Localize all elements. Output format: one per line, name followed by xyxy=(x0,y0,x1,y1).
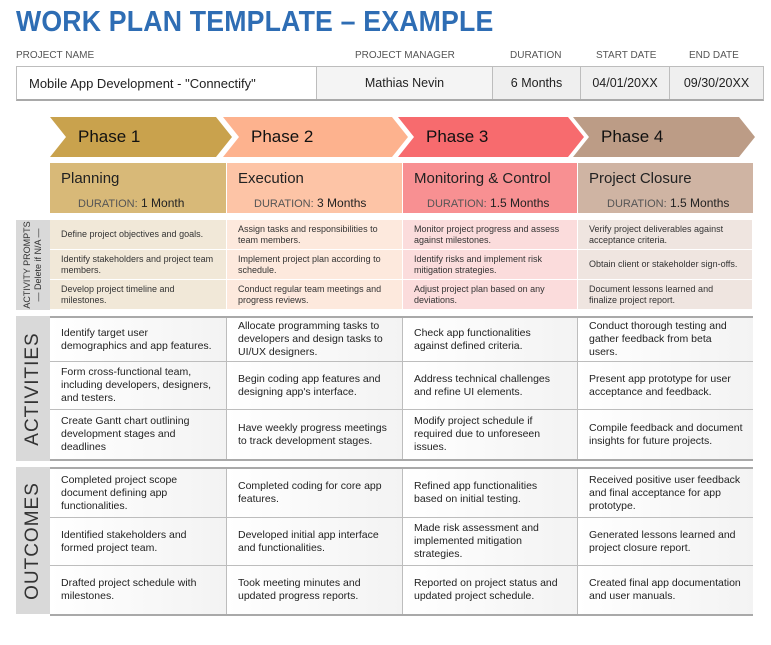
outcome-cell[interactable]: Reported on project status and updated p… xyxy=(403,566,578,614)
outcome-cell[interactable]: Refined app functionalities based on ini… xyxy=(403,469,578,518)
duration-label: DURATION: xyxy=(78,198,138,210)
activity-prompt-cell[interactable]: Document lessons learned and finalize pr… xyxy=(578,280,753,310)
end-date-field[interactable]: 09/30/20XX xyxy=(670,67,763,99)
activity-cell[interactable]: Address technical challenges and refine … xyxy=(403,362,578,410)
activity-prompt-cell[interactable]: Obtain client or stakeholder sign-offs. xyxy=(578,250,753,280)
activity-cell[interactable]: Create Gantt chart outlining development… xyxy=(50,410,227,459)
activities-title: ACTIVITIES xyxy=(22,331,43,446)
activity-cell[interactable]: Have weekly progress meetings to track d… xyxy=(227,410,403,459)
activity-cell[interactable]: Identify target user demographics and ap… xyxy=(50,318,227,362)
activity-prompt-cell[interactable]: Identify stakeholders and project team m… xyxy=(50,250,227,280)
project-info-row: Mobile App Development - "Connectify" Ma… xyxy=(16,66,764,101)
activity-cell[interactable]: Check app functionalities against define… xyxy=(403,318,578,362)
phase-4-box: Project Closure DURATION: 1.5 Months xyxy=(578,163,753,213)
phase-4-name: Project Closure xyxy=(589,170,692,187)
phase-4-duration-value: 1.5 Months xyxy=(670,196,730,210)
activity-cell[interactable]: Form cross-functional team, including de… xyxy=(50,362,227,410)
activities-grid: Identify target user demographics and ap… xyxy=(50,316,753,461)
phase-3-duration-value: 1.5 Months xyxy=(490,196,550,210)
phase-1-duration: DURATION: 1 Month xyxy=(78,196,184,210)
duration-label: DURATION: xyxy=(427,198,487,210)
activity-cell[interactable]: Begin coding app features and designing … xyxy=(227,362,403,410)
duration-label: DURATION xyxy=(510,50,562,61)
phase-1-chevron: Phase 1 xyxy=(50,117,232,157)
outcome-cell[interactable]: Generated lessons learned and project cl… xyxy=(578,518,753,566)
page-title: WORK PLAN TEMPLATE – EXAMPLE xyxy=(16,6,494,38)
outcome-cell[interactable]: Completed coding for core app features. xyxy=(227,469,403,518)
phase-2-box: Execution DURATION: 3 Months xyxy=(227,163,403,213)
outcome-cell[interactable]: Drafted project schedule with milestones… xyxy=(50,566,227,614)
outcome-cell[interactable]: Made risk assessment and implemented mit… xyxy=(403,518,578,566)
phase-3-duration: DURATION: 1.5 Months xyxy=(427,196,549,210)
phase-2-chevron: Phase 2 xyxy=(223,117,408,157)
start-date-label: START DATE xyxy=(596,50,657,61)
phase-4-duration: DURATION: 1.5 Months xyxy=(607,196,729,210)
activity-cell[interactable]: Compile feedback and document insights f… xyxy=(578,410,753,459)
activity-prompts-grid: Define project objectives and goals. Assi… xyxy=(50,220,753,310)
phase-1-duration-value: 1 Month xyxy=(141,196,185,210)
outcome-cell[interactable]: Developed initial app interface and func… xyxy=(227,518,403,566)
phase-3-name: Monitoring & Control xyxy=(414,170,551,187)
activity-prompts-subtitle: — Delete if N/A — xyxy=(33,228,43,302)
activity-cell[interactable]: Present app prototype for user acceptanc… xyxy=(578,362,753,410)
activity-prompt-cell[interactable]: Conduct regular team meetings and progre… xyxy=(227,280,403,310)
outcomes-side-label: OUTCOMES xyxy=(16,467,50,614)
project-manager-label: PROJECT MANAGER xyxy=(355,50,455,61)
phase-4-label: Phase 4 xyxy=(601,127,664,146)
activity-prompt-cell[interactable]: Assign tasks and responsibilities to tea… xyxy=(227,220,403,250)
duration-label: DURATION: xyxy=(607,198,667,210)
project-manager-field[interactable]: Mathias Nevin xyxy=(317,67,493,99)
outcome-cell[interactable]: Completed project scope document definin… xyxy=(50,469,227,518)
phase-2-label: Phase 2 xyxy=(251,127,314,146)
outcome-cell[interactable]: Received positive user feedback and fina… xyxy=(578,469,753,518)
phase-1-box: Planning DURATION: 1 Month xyxy=(50,163,227,213)
duration-label: DURATION: xyxy=(254,198,314,210)
activity-prompt-cell[interactable]: Verify project deliverables against acce… xyxy=(578,220,753,250)
project-name-field[interactable]: Mobile App Development - "Connectify" xyxy=(17,67,317,99)
outcomes-grid: Completed project scope document definin… xyxy=(50,467,753,616)
phase-2-name: Execution xyxy=(238,170,304,187)
activity-prompt-cell[interactable]: Define project objectives and goals. xyxy=(50,220,227,250)
start-date-field[interactable]: 04/01/20XX xyxy=(581,67,670,99)
project-name-label: PROJECT NAME xyxy=(16,50,95,61)
activity-prompt-cell[interactable]: Monitor project progress and assess agai… xyxy=(403,220,578,250)
phase-3-chevron: Phase 3 xyxy=(398,117,584,157)
duration-field[interactable]: 6 Months xyxy=(493,67,581,99)
activity-prompts-title: ACTIVITY PROMPTS xyxy=(22,221,32,309)
activity-cell[interactable]: Allocate programming tasks to developers… xyxy=(227,318,403,362)
phase-3-label: Phase 3 xyxy=(426,127,489,146)
phase-1-label: Phase 1 xyxy=(78,127,141,146)
activity-cell[interactable]: Conduct thorough testing and gather feed… xyxy=(578,318,753,362)
outcome-cell[interactable]: Identified stakeholders and formed proje… xyxy=(50,518,227,566)
phase-1-name: Planning xyxy=(61,170,120,187)
outcome-cell[interactable]: Took meeting minutes and updated progres… xyxy=(227,566,403,614)
phase-3-box: Monitoring & Control DURATION: 1.5 Month… xyxy=(403,163,578,213)
activity-prompt-cell[interactable]: Identify risks and implement risk mitiga… xyxy=(403,250,578,280)
outcome-cell[interactable]: Created final app documentation and user… xyxy=(578,566,753,614)
activity-prompt-cell[interactable]: Develop project timeline and milestones. xyxy=(50,280,227,310)
phase-2-duration: DURATION: 3 Months xyxy=(254,196,366,210)
activity-prompt-cell[interactable]: Implement project plan according to sche… xyxy=(227,250,403,280)
activities-side-label: ACTIVITIES xyxy=(16,316,50,461)
activity-prompts-side-label: ACTIVITY PROMPTS — Delete if N/A — xyxy=(16,220,50,310)
phase-4-chevron: Phase 4 xyxy=(573,117,755,157)
activity-cell[interactable]: Modify project schedule if required due … xyxy=(403,410,578,459)
end-date-label: END DATE xyxy=(689,50,739,61)
phase-2-duration-value: 3 Months xyxy=(317,196,367,210)
outcomes-title: OUTCOMES xyxy=(22,481,43,600)
activity-prompt-cell[interactable]: Adjust project plan based on any deviati… xyxy=(403,280,578,310)
